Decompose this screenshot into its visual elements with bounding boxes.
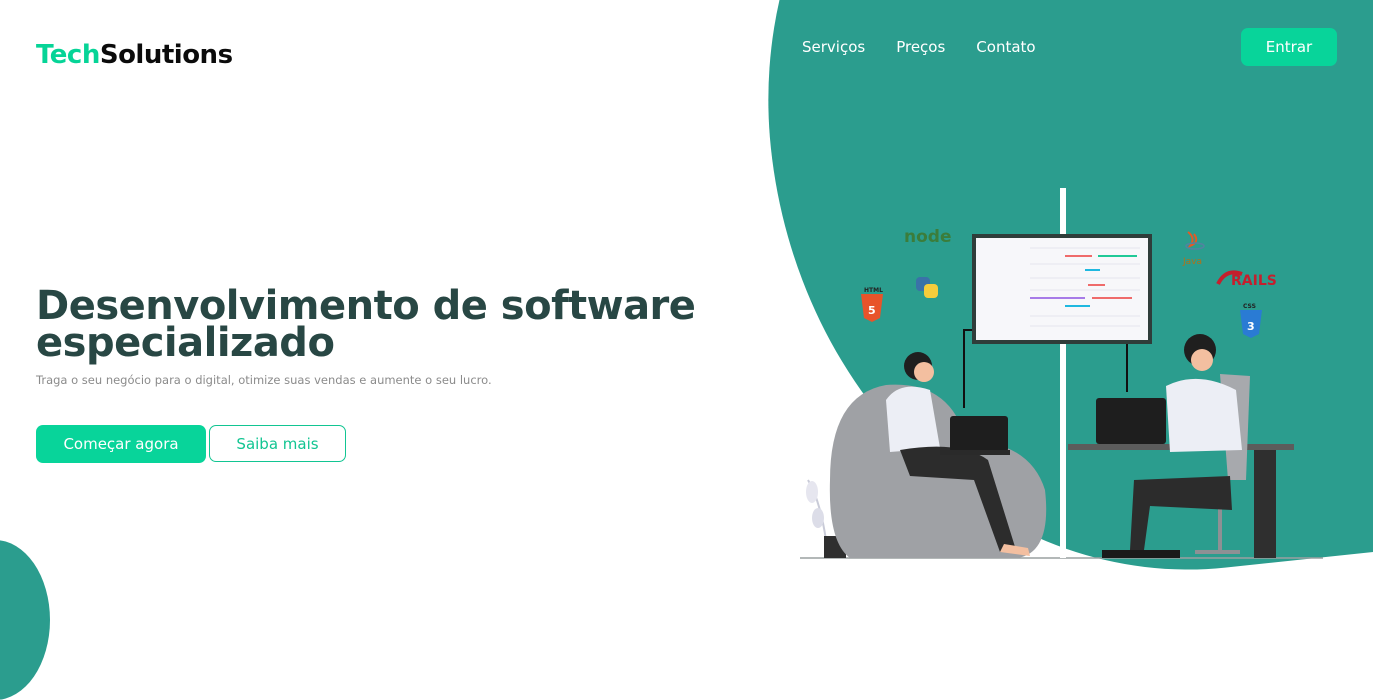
css3-icon: CSS 3 bbox=[1240, 303, 1262, 338]
rails-icon: RAILS bbox=[1216, 270, 1277, 289]
svg-text:CSS: CSS bbox=[1243, 303, 1256, 310]
monitor-icon bbox=[972, 234, 1152, 344]
start-now-button[interactable]: Começar agora bbox=[36, 425, 206, 463]
svg-text:3: 3 bbox=[1247, 320, 1255, 333]
svg-text:node: node bbox=[904, 227, 951, 247]
hero-subtitle: Traga o seu negócio para o digital, otim… bbox=[36, 373, 492, 387]
corner-background-shape bbox=[0, 540, 50, 700]
nav-item-servicos[interactable]: Serviços bbox=[802, 38, 865, 56]
brand-logo[interactable]: TechSolutions bbox=[36, 40, 233, 70]
brand-logo-solutions: Solutions bbox=[99, 40, 233, 70]
svg-text:Java: Java bbox=[1182, 257, 1202, 267]
node-icon: node bbox=[904, 227, 951, 247]
brand-logo-tech: Tech bbox=[36, 40, 100, 70]
python-icon bbox=[916, 277, 938, 298]
developers-illustration: node HTML 5 Java RAILS CSS 3 bbox=[800, 188, 1323, 559]
login-button[interactable]: Entrar bbox=[1241, 28, 1337, 66]
svg-text:HTML: HTML bbox=[864, 287, 883, 294]
svg-text:5: 5 bbox=[868, 304, 876, 317]
nav-item-contato[interactable]: Contato bbox=[976, 38, 1035, 56]
learn-more-button[interactable]: Saiba mais bbox=[209, 425, 346, 462]
hero-title: Desenvolvimento de software especializad… bbox=[36, 283, 696, 366]
java-icon: Java bbox=[1182, 231, 1205, 267]
main-nav: Serviços Preços Contato bbox=[802, 38, 1036, 56]
svg-text:RAILS: RAILS bbox=[1231, 273, 1277, 289]
nav-item-precos[interactable]: Preços bbox=[896, 38, 945, 56]
html5-icon: HTML 5 bbox=[861, 287, 883, 322]
